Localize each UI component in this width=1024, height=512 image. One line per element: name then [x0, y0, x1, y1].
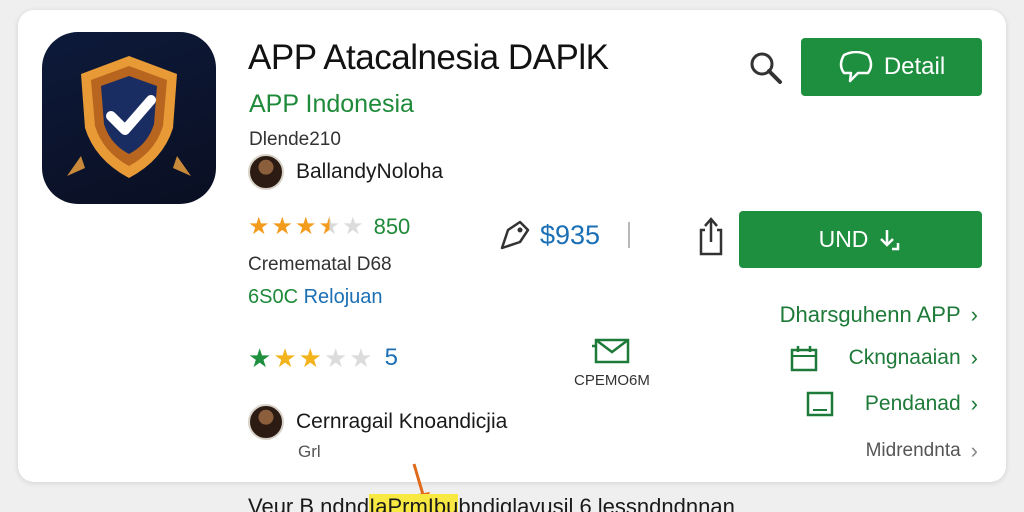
app-title: APP Atacalnesia DAPlK	[248, 38, 609, 77]
app-subtitle[interactable]: APP Indonesia	[249, 90, 414, 119]
divider	[628, 222, 630, 248]
link-midrendnta[interactable]: Midrendnta ›	[866, 438, 978, 464]
und-button[interactable]: UND	[739, 211, 982, 268]
footer-pre: Veur B ndnd	[248, 494, 370, 512]
reviewer-name: Cernragail Knoandicjia	[296, 410, 508, 433]
search-icon	[750, 52, 782, 84]
rating2-row: ★ ★ ★ ★ ★ 5	[248, 344, 398, 372]
share-icon	[699, 217, 723, 256]
link-dharsguhenn[interactable]: Dharsguhenn APP ›	[780, 302, 978, 328]
reviewer-avatar	[248, 404, 284, 440]
app-card: APP Atacalnesia DAPlK APP Indonesia Dlen…	[18, 10, 1006, 482]
tag-icon	[500, 220, 530, 250]
release-code: 6S0C	[248, 286, 299, 308]
link-ckngnaaian[interactable]: Ckngnaaian ›	[789, 344, 978, 372]
price-value: $935	[540, 219, 601, 250]
footer-highlight: IaPrmIbu	[369, 494, 459, 512]
rating2-value: 5	[384, 344, 398, 371]
share-button[interactable]	[694, 214, 728, 258]
download-icon	[880, 229, 900, 250]
price-tag[interactable]: $935	[498, 218, 600, 252]
rating-stars: ★ ★ ★ ★ ★	[248, 215, 364, 239]
link-label: Pendanad	[864, 392, 961, 415]
release-text: Relojuan	[303, 286, 383, 308]
rating2-stars: ★ ★ ★ ★ ★	[248, 345, 373, 371]
chevron-right-icon: ›	[970, 391, 978, 416]
rating-caption: Cremematal D68	[248, 254, 392, 275]
und-button-label: UND	[818, 226, 869, 252]
detail-button[interactable]: Detail	[801, 38, 982, 96]
footer-text: Veur B ndndIaPrmIbubndiglavusil 6 lessnd…	[248, 494, 735, 512]
developer-row[interactable]: BallandyNoloha	[248, 154, 443, 190]
email-icon	[591, 338, 630, 364]
reviewer-sub: Grl	[298, 442, 321, 461]
star-empty-icon: ★	[349, 343, 373, 373]
star-half-icon: ★	[318, 213, 341, 240]
chat-bubble-icon	[839, 51, 873, 83]
app-icon[interactable]	[42, 32, 216, 204]
link-label: Dharsguhenn APP	[779, 302, 961, 327]
developer-name: BallandyNoloha	[296, 160, 444, 183]
link-label: Ckngnaaian	[848, 346, 961, 369]
star-icon: ★	[271, 213, 294, 240]
chevron-right-icon: ›	[970, 438, 978, 463]
cpe-label: CPEMO6M	[574, 372, 650, 389]
footer-post: bndiglavusil 6 lessndndnnan	[458, 494, 735, 512]
app-version: Dlende210	[249, 129, 341, 150]
star-empty-icon: ★	[323, 343, 348, 373]
link-pendanad[interactable]: Pendanad ›	[805, 390, 978, 418]
star-empty-icon: ★	[342, 213, 364, 240]
calendar-icon	[790, 346, 817, 372]
chevron-right-icon: ›	[970, 302, 978, 327]
reviewer-row[interactable]: Cernragail Knoandicjia	[248, 404, 507, 440]
star-icon: ★	[295, 213, 317, 240]
star-icon: ★	[298, 343, 322, 373]
star-icon: ★	[273, 343, 297, 373]
star-icon: ★	[248, 213, 270, 240]
developer-avatar	[248, 154, 284, 190]
cpe-block[interactable]: CPEMO6M	[574, 336, 650, 389]
shield-check-icon	[67, 56, 191, 178]
release-info: 6S0C Relojuan	[248, 286, 383, 309]
link-label: Midrendnta	[865, 440, 961, 461]
rating-value: 850	[373, 214, 411, 239]
rating-row: ★ ★ ★ ★ ★ 850	[248, 214, 410, 240]
star-icon: ★	[248, 343, 272, 373]
detail-button-label: Detail	[883, 53, 946, 80]
document-icon	[806, 391, 834, 417]
search-button[interactable]	[746, 48, 786, 88]
chevron-right-icon: ›	[970, 345, 978, 370]
